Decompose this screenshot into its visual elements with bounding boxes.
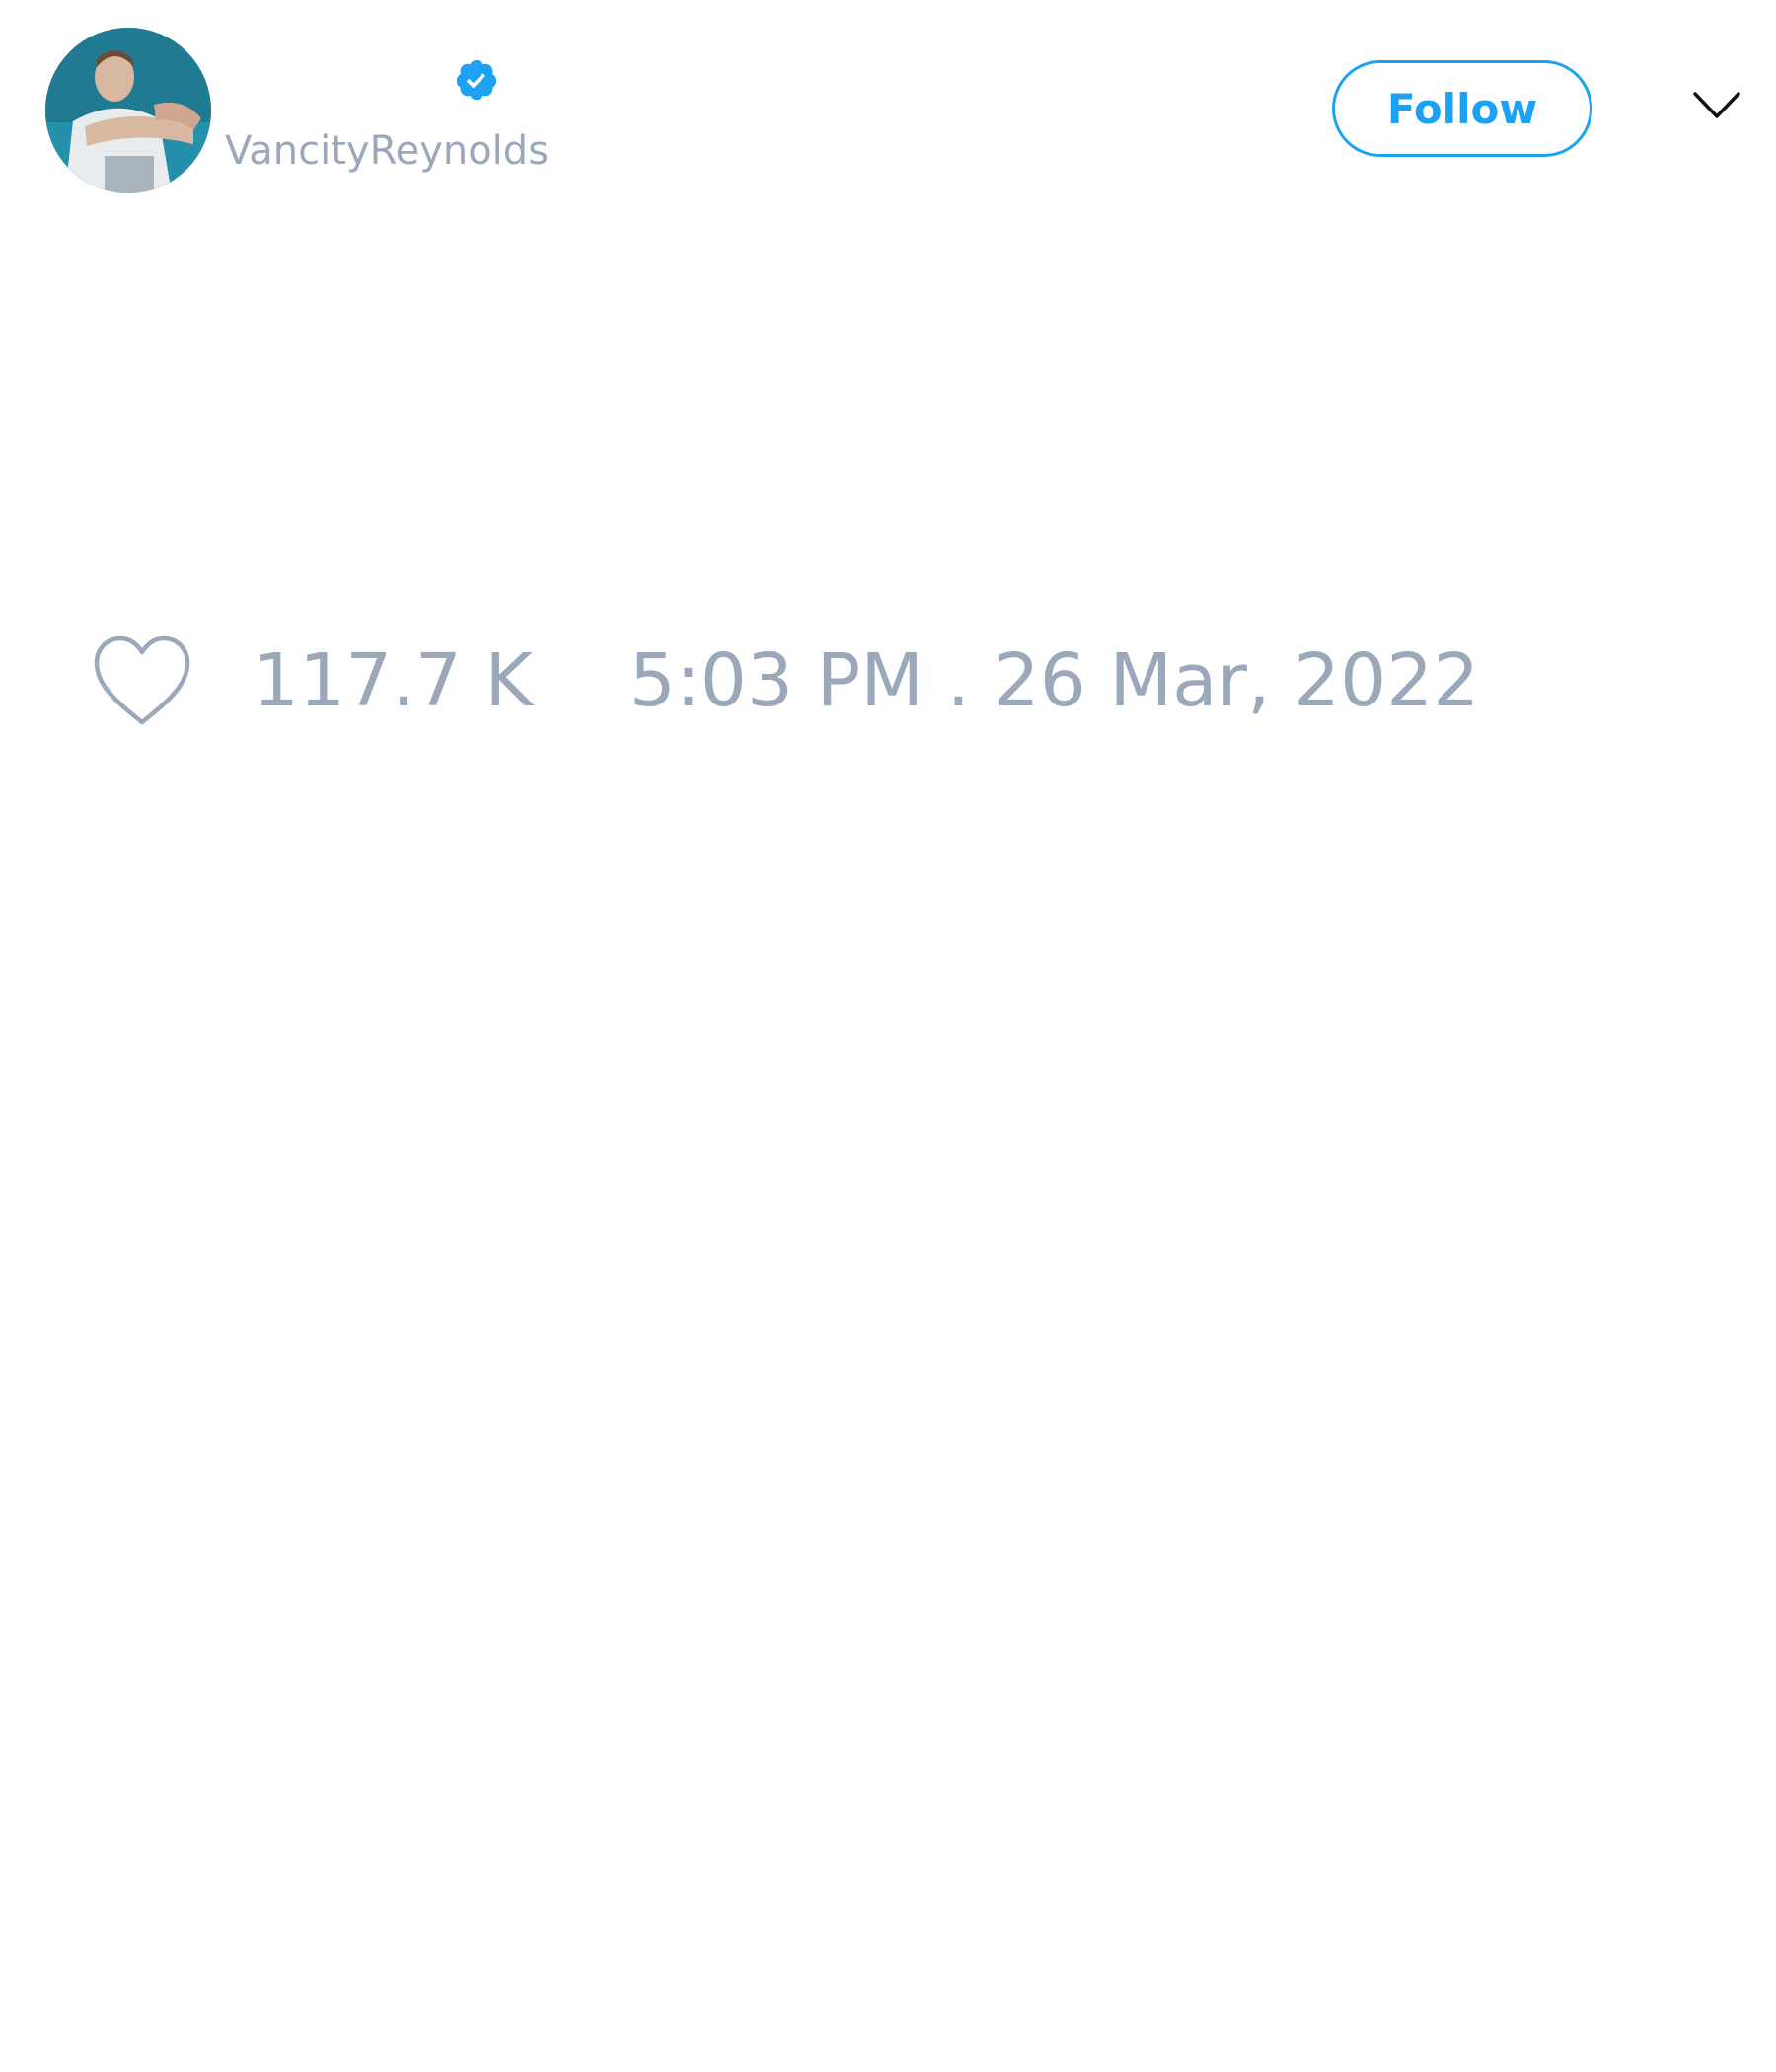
verified-badge-icon: [454, 57, 499, 103]
tweet-actions-row: 117.7 K 5:03 PM . 26 Mar, 2022: [91, 631, 1479, 730]
tweet-timestamp[interactable]: 5:03 PM . 26 Mar, 2022: [629, 631, 1479, 730]
chevron-down-icon[interactable]: [1692, 89, 1741, 122]
follow-button[interactable]: Follow: [1332, 60, 1592, 157]
avatar-photo: [45, 28, 211, 193]
like-count: 117.7 K: [253, 638, 533, 723]
tweet-card: VancityReynolds Follow 117.7 K 5:03 PM .…: [0, 0, 1776, 2072]
heart-icon[interactable]: [91, 633, 193, 728]
avatar[interactable]: [45, 28, 211, 193]
author-handle[interactable]: VancityReynolds: [225, 126, 549, 176]
